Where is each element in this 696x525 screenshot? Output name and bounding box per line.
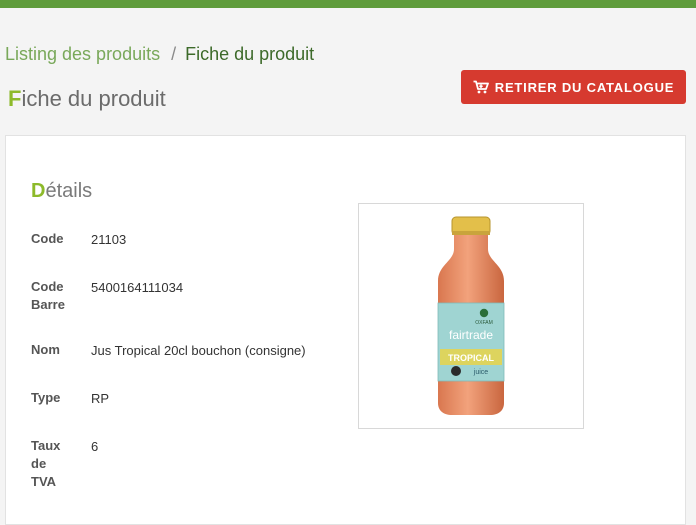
label-flavor-text: TROPICAL: [448, 353, 495, 363]
juice-bottle-illustration: OXFAM fairtrade TROPICAL juice: [437, 216, 505, 415]
breadcrumb-current: Fiche du produit: [185, 44, 315, 64]
field-value-code: 21103: [91, 232, 127, 247]
top-accent-bar: [0, 0, 696, 8]
product-image: OXFAM fairtrade TROPICAL juice: [358, 203, 584, 429]
details-section-title: Détails: [31, 178, 92, 204]
label-brand-text: fairtrade: [449, 328, 493, 342]
field-label-barcode: Code Barre: [31, 279, 65, 312]
field-value-barcode: 5400164111034: [91, 280, 184, 295]
product-details-panel: Détails Code 21103 Code Barre 5400164111…: [5, 135, 686, 525]
breadcrumb: Listing des produits / Fiche du produit: [5, 42, 314, 66]
breadcrumb-link-listing[interactable]: Listing des produits: [5, 44, 160, 64]
details-title-text: étails: [45, 180, 93, 202]
page-title-initial: F: [8, 86, 22, 111]
field-value-type: RP: [91, 391, 110, 406]
field-value-vat-rate: 6: [91, 439, 99, 454]
field-label-vat-rate: Taux de TVA: [31, 438, 61, 489]
field-label-type: Type: [31, 390, 61, 405]
details-title-initial: D: [31, 180, 46, 202]
label-top-text: OXFAM: [475, 320, 493, 326]
page-title: Fiche du produit: [8, 85, 166, 113]
cart-icon: [473, 80, 489, 94]
retire-button-label: RETIRER DU CATALOGUE: [494, 79, 675, 95]
page-title-text: iche du produit: [21, 86, 166, 111]
field-label-code: Code: [31, 231, 64, 246]
label-sub-text: juice: [473, 369, 489, 376]
field-label-name: Nom: [31, 342, 60, 357]
breadcrumb-separator: /: [171, 44, 177, 64]
field-value-name: Jus Tropical 20cl bouchon (consigne): [91, 343, 306, 358]
retire-from-catalogue-button[interactable]: RETIRER DU CATALOGUE: [461, 70, 686, 104]
